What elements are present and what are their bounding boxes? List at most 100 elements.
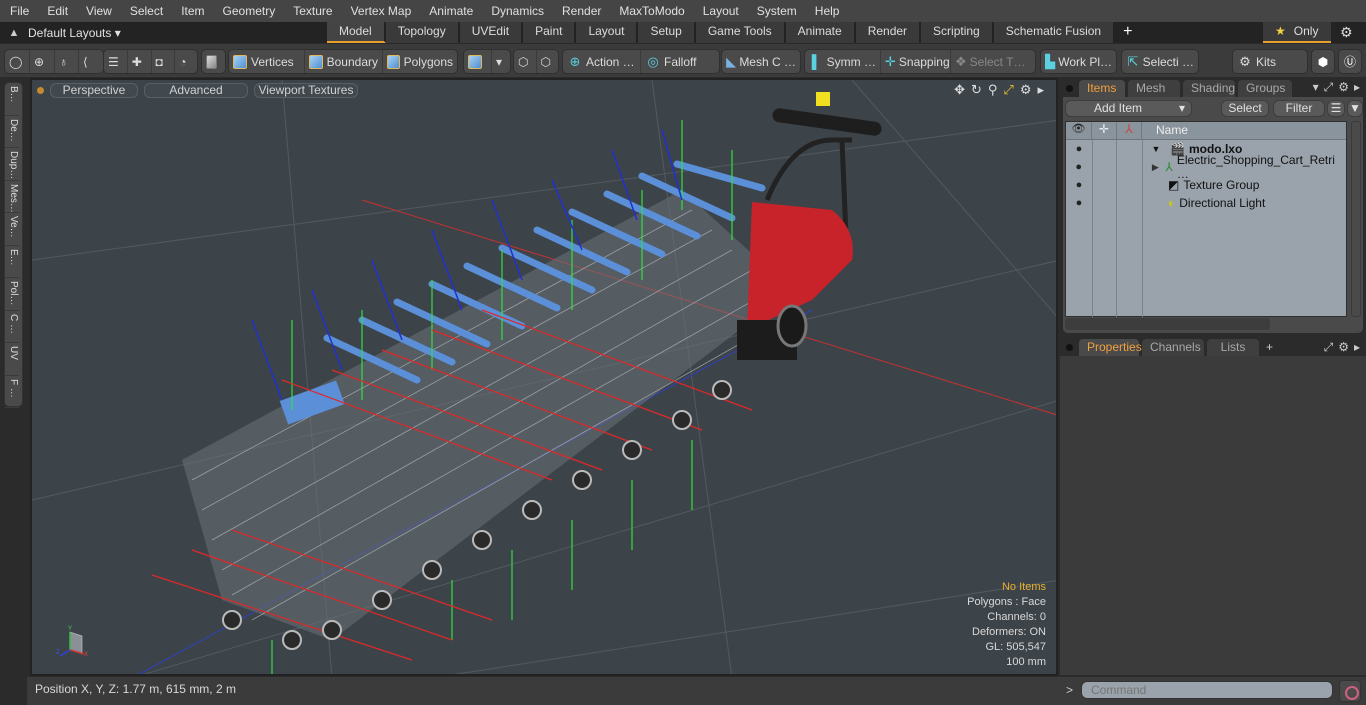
pivot-local-icon[interactable]: ⬡	[537, 50, 559, 73]
maximize-icon[interactable]: ⤢	[1003, 82, 1013, 98]
tab-lists[interactable]: Lists	[1207, 339, 1259, 356]
left-tab-edge[interactable]: E…	[5, 246, 19, 278]
panel-arrow-icon[interactable]: ▸	[1354, 80, 1360, 95]
action-center-button[interactable]: ⊕ Action …	[563, 50, 641, 73]
vertices-button[interactable]: Vertices	[229, 50, 305, 73]
tab-mesh[interactable]: Mesh …	[1128, 80, 1180, 111]
tab-animate[interactable]: Animate	[785, 22, 856, 43]
menu-layout[interactable]: Layout	[693, 4, 747, 18]
perspective-dropdown[interactable]: Perspective	[50, 82, 138, 98]
menu-file[interactable]: File	[0, 4, 37, 18]
tree-horizontal-scrollbar[interactable]	[1065, 318, 1270, 330]
menu-select[interactable]: Select	[120, 4, 171, 18]
add-tab-button[interactable]: +	[1115, 22, 1140, 43]
pen-tool-icon[interactable]: ♁	[55, 50, 79, 73]
menu-system[interactable]: System	[747, 4, 805, 18]
select-through-button[interactable]: ❖ Select T…	[951, 50, 1029, 73]
left-tab-basic[interactable]: B…	[5, 83, 19, 116]
relax-tool-icon[interactable]: ◔	[175, 50, 197, 73]
sphere-tool-icon[interactable]: ◯	[5, 50, 30, 73]
list-options-icon[interactable]: ☰	[1327, 100, 1345, 117]
tab-scripting[interactable]: Scripting	[921, 22, 994, 43]
expand-arrow-icon[interactable]: ▼	[1142, 144, 1170, 154]
boundary-button[interactable]: Boundary	[305, 50, 383, 73]
gear-icon[interactable]: ⚙	[1340, 24, 1353, 41]
visibility-eye-icon[interactable]: ●	[1066, 161, 1091, 173]
menu-geometry[interactable]: Geometry	[213, 4, 284, 18]
tab-uvedit[interactable]: UVEdit	[459, 22, 524, 43]
menu-maxtomodo[interactable]: MaxToModo	[609, 4, 692, 18]
falloff-button[interactable]: ◎ Falloff	[641, 50, 719, 73]
only-toggle[interactable]: ★ Only	[1263, 22, 1331, 43]
axis-column-icon[interactable]: ⅄	[1117, 122, 1142, 139]
add-properties-tab-button[interactable]: +	[1262, 340, 1279, 356]
polygons-button[interactable]: Polygons	[383, 50, 457, 73]
visibility-eye-icon[interactable]: ●	[1066, 197, 1092, 209]
stack-tool-icon[interactable]: ☰	[104, 50, 128, 73]
material-dropdown-icon[interactable]: ▾	[492, 50, 510, 73]
kits-button[interactable]: ⚙ Kits	[1232, 49, 1308, 74]
filter-button[interactable]: Filter	[1273, 100, 1325, 117]
menu-dynamics[interactable]: Dynamics	[481, 4, 552, 18]
render-cube-button[interactable]: ⬢	[1311, 49, 1335, 74]
path-tool-icon[interactable]: ⟨	[79, 50, 103, 73]
left-tab-polygon[interactable]: Pol…	[5, 278, 19, 311]
add-item-button[interactable]: Add Item ▾	[1065, 100, 1192, 117]
left-tab-duplicate[interactable]: Dup…	[5, 148, 19, 181]
left-tab-fusion[interactable]: F …	[5, 376, 19, 408]
collapse-up-icon[interactable]: ▲	[0, 27, 28, 39]
tab-properties[interactable]: Properties	[1079, 339, 1142, 356]
material-mode-button[interactable]	[464, 50, 492, 73]
menu-edit[interactable]: Edit	[37, 4, 76, 18]
panel-menu-dot[interactable]	[1066, 85, 1073, 92]
unreal-button[interactable]: Ⓤ	[1338, 49, 1362, 74]
layout-selector[interactable]: Default Layouts ▾	[28, 26, 328, 40]
filter-funnel-icon[interactable]: ▼	[1347, 100, 1363, 117]
left-tab-uv[interactable]: UV	[5, 343, 19, 376]
viewport-textures-dropdown[interactable]: Viewport Textures	[254, 82, 358, 98]
item-mode-button[interactable]	[201, 49, 226, 74]
project-tool-icon[interactable]: ◘	[152, 50, 176, 73]
properties-gear-icon[interactable]: ⚙	[1338, 340, 1349, 355]
left-tab-deform[interactable]: De…	[5, 116, 19, 148]
pivot-center-icon[interactable]: ⬡	[514, 50, 537, 73]
record-macro-button[interactable]	[1339, 680, 1361, 702]
select-button[interactable]: Select	[1221, 100, 1269, 117]
panel-maximize-icon[interactable]: ⤢	[1324, 80, 1334, 95]
tab-game-tools[interactable]: Game Tools	[695, 22, 786, 43]
pan-icon[interactable]: ✥	[954, 82, 965, 98]
tabs-dropdown-icon[interactable]: ▾	[1313, 80, 1319, 95]
3d-viewport[interactable]: Perspective Advanced Viewport Textures ✥…	[30, 78, 1058, 676]
menu-item[interactable]: Item	[171, 4, 212, 18]
tab-groups[interactable]: Groups	[1238, 80, 1292, 97]
symmetry-button[interactable]: ▌ Symm …	[805, 50, 881, 73]
menu-texture[interactable]: Texture	[283, 4, 340, 18]
viewport-gear-icon[interactable]: ⚙	[1020, 82, 1032, 98]
expand-arrow-icon[interactable]: ▶	[1152, 162, 1166, 173]
menu-animate[interactable]: Animate	[419, 4, 481, 18]
tab-topology[interactable]: Topology	[385, 22, 460, 43]
selection-sets-button[interactable]: ⇱ Selecti …	[1121, 49, 1199, 74]
menu-view[interactable]: View	[76, 4, 120, 18]
panel-gear-icon[interactable]: ⚙	[1338, 80, 1349, 95]
zoom-icon[interactable]: ⚲	[988, 82, 998, 98]
tab-shading[interactable]: Shading	[1183, 80, 1235, 97]
snapping-button[interactable]: ✛ Snapping	[881, 50, 951, 73]
left-tab-mesh-edit[interactable]: Mes…	[5, 181, 19, 213]
menu-vertex-map[interactable]: Vertex Map	[341, 4, 420, 18]
menu-help[interactable]: Help	[805, 4, 848, 18]
rotate-icon[interactable]: ↻	[971, 82, 982, 98]
visibility-eye-icon[interactable]: ●	[1066, 143, 1092, 155]
globe-tool-icon[interactable]: ⊕	[30, 50, 55, 73]
viewport-menu-dot[interactable]	[37, 86, 44, 94]
name-column-header[interactable]: Name	[1142, 122, 1188, 139]
menu-render[interactable]: Render	[552, 4, 609, 18]
properties-menu-dot[interactable]	[1066, 344, 1073, 351]
unwrap-tool-icon[interactable]: ✚	[128, 50, 152, 73]
tab-render[interactable]: Render	[855, 22, 922, 43]
properties-arrow-icon[interactable]: ▸	[1354, 340, 1360, 355]
tab-paint[interactable]: Paint	[523, 22, 577, 43]
command-input[interactable]	[1081, 681, 1333, 699]
left-tab-vertex[interactable]: Ve…	[5, 213, 19, 246]
tab-model[interactable]: Model	[327, 22, 386, 43]
